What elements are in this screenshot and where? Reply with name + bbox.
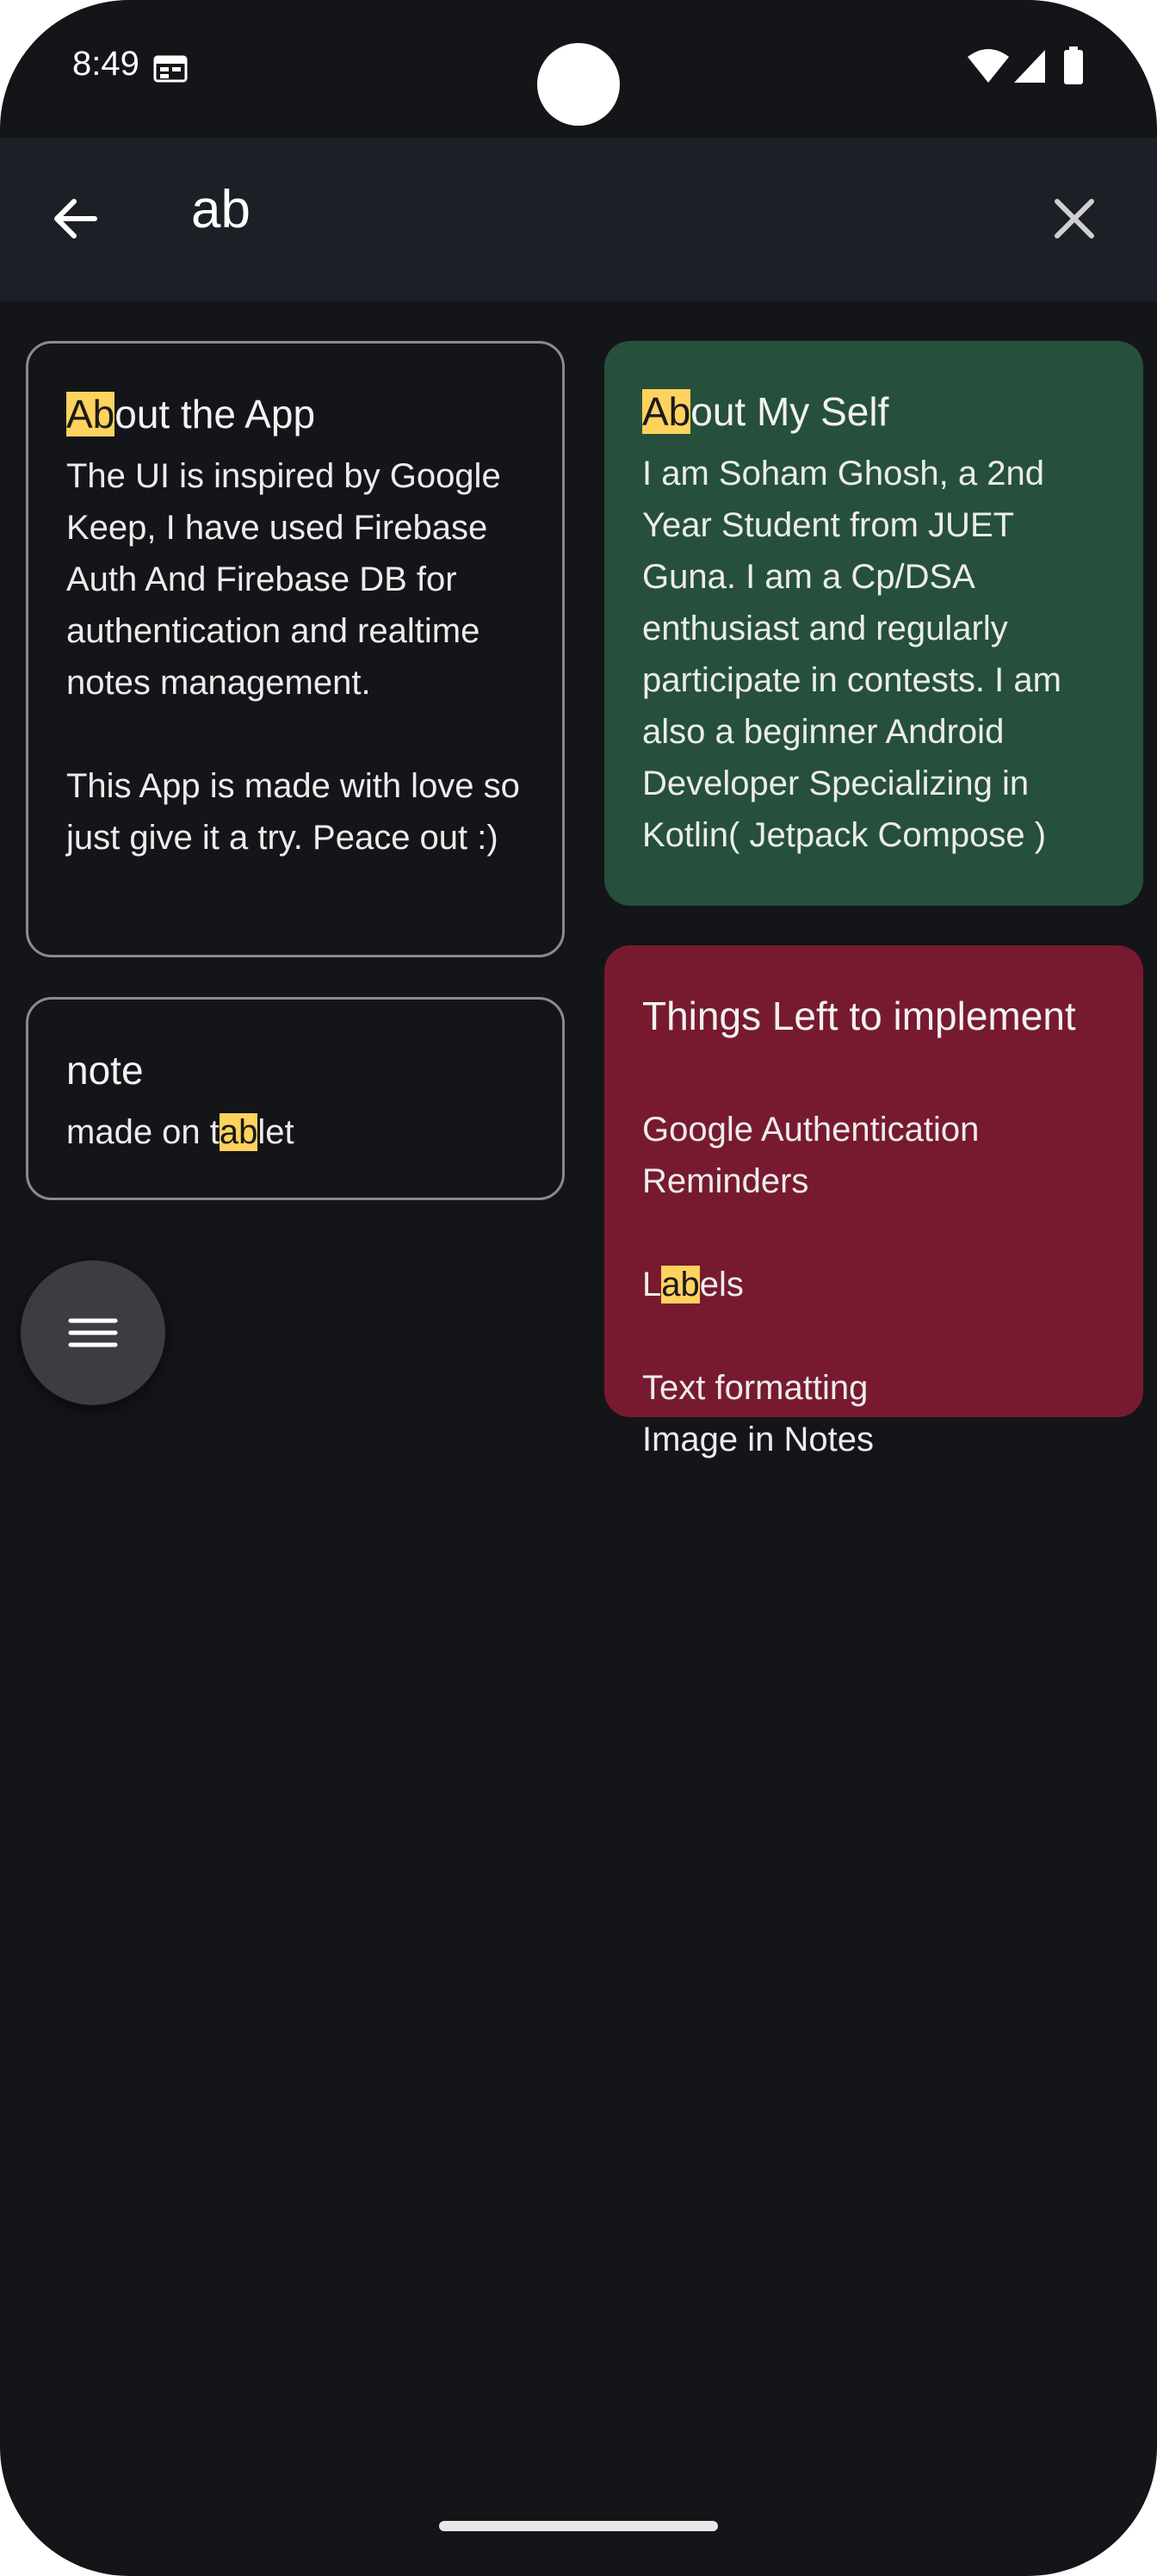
note-body: made on tablet: [66, 1106, 526, 1158]
menu-icon: [68, 1318, 118, 1347]
search-highlight: ab: [219, 1113, 258, 1151]
search-input[interactable]: ab: [191, 179, 251, 240]
arrow-back-icon[interactable]: [45, 188, 107, 250]
note-title: Things Left to implement: [642, 994, 1076, 1038]
note-body-labels-line: Labels: [642, 1259, 1107, 1310]
note-card-things-left[interactable]: Things Left to implement Google Authenti…: [604, 945, 1143, 1458]
label-start: L: [642, 1266, 662, 1303]
note-card-note[interactable]: note made on tablet: [26, 997, 565, 1200]
note-body-start: made on t: [66, 1113, 220, 1151]
close-icon[interactable]: [1043, 188, 1105, 250]
note-title: About the App: [66, 383, 526, 445]
label-end: els: [699, 1266, 744, 1303]
front-camera: [537, 43, 620, 126]
note-body: Google Authentication Reminders Labels T…: [642, 1052, 1107, 1517]
menu-button[interactable]: [21, 1260, 165, 1405]
status-time: 8:49: [72, 45, 139, 83]
battery-icon: [1064, 46, 1083, 84]
note-body: I am Soham Ghosh, a 2nd Year Student fro…: [642, 455, 1061, 854]
status-bar: 8:49: [0, 0, 1157, 138]
note-body: The UI is inspired by Google Keep, I hav…: [66, 457, 520, 857]
note-title: note: [66, 1048, 144, 1093]
note-title: About My Self: [642, 381, 1107, 443]
note-card-about-app[interactable]: About the App The UI is inspired by Goog…: [26, 341, 565, 957]
phone-screen: 8:49 ab About the App The UI is inspired…: [0, 0, 1157, 2576]
note-body-lines: Text formatting Image in Notes: [642, 1369, 875, 1458]
search-top-bar: ab: [0, 138, 1157, 301]
search-highlight: ab: [661, 1266, 700, 1303]
home-indicator[interactable]: [439, 2521, 718, 2531]
calendar-icon: [153, 55, 188, 83]
note-body-end: let: [257, 1113, 294, 1151]
wifi-icon: [968, 49, 1009, 83]
search-highlight: Ab: [66, 392, 115, 437]
note-title-rest: out My Self: [690, 389, 889, 434]
search-highlight: Ab: [642, 389, 691, 434]
note-title-rest: out the App: [114, 392, 316, 437]
note-card-about-myself[interactable]: About My Self I am Soham Ghosh, a 2nd Ye…: [604, 341, 1143, 906]
signal-icon: [1014, 50, 1045, 83]
note-body-lines: Google Authentication Reminders: [642, 1111, 980, 1200]
